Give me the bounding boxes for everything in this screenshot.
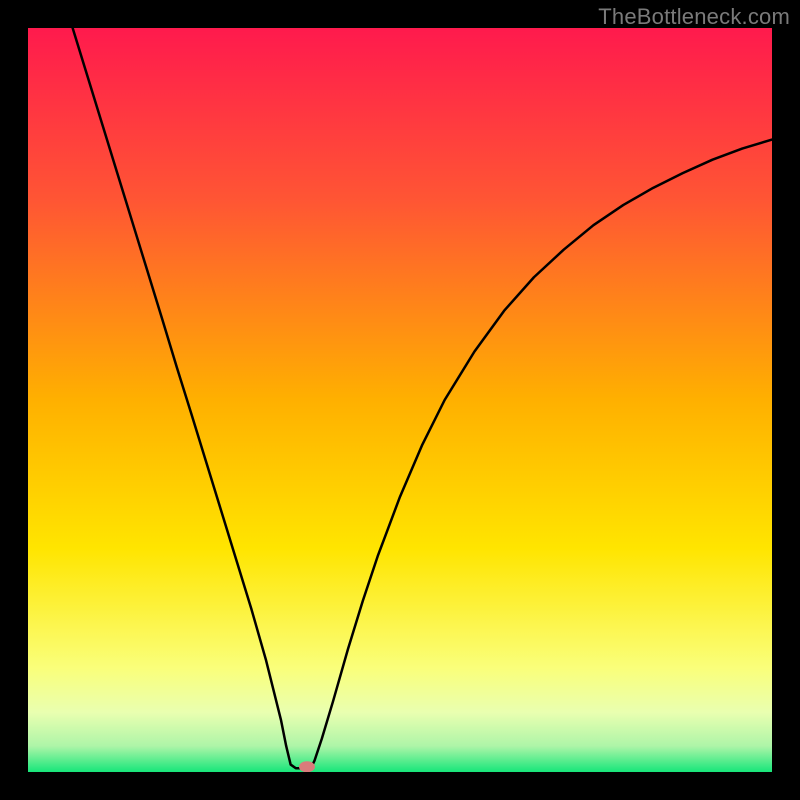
plot-area: [28, 28, 772, 772]
gradient-background: [28, 28, 772, 772]
bottleneck-chart: [28, 28, 772, 772]
minimum-marker: [299, 761, 315, 772]
chart-frame: TheBottleneck.com: [0, 0, 800, 800]
watermark-text: TheBottleneck.com: [598, 4, 790, 30]
